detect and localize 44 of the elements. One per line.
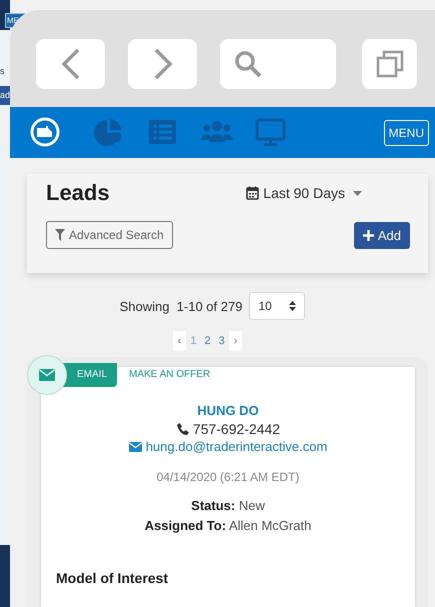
action-tab[interactable]: MAKE AN OFFER — [117, 363, 220, 387]
status-text: Status: New — [191, 498, 265, 513]
calendar-icon — [246, 186, 260, 200]
sort-arrows-icon — [289, 301, 296, 311]
envelope-icon — [39, 369, 55, 381]
page-link[interactable]: 3 — [214, 331, 229, 351]
plus-icon — [362, 230, 374, 240]
dark-panel — [0, 545, 10, 607]
section-title: Model of Interest — [56, 570, 168, 586]
people-icon — [201, 121, 233, 142]
phone-icon — [176, 422, 189, 436]
envelope-icon — [128, 442, 142, 452]
tabs-icon — [376, 50, 404, 78]
tabs-button[interactable] — [362, 39, 417, 89]
add-button[interactable]: Add — [354, 222, 410, 248]
previous-page-button[interactable]: ‹ — [172, 331, 186, 351]
lead-name[interactable]: HUNG DO — [197, 403, 259, 418]
search-button[interactable] — [220, 39, 336, 89]
next-page-button[interactable]: › — [228, 331, 242, 351]
lead-date: 04/14/2020 (6:21 AM EDT) — [156, 470, 300, 484]
email-link[interactable]: hung.do@traderinteractive.com — [128, 439, 328, 454]
date-range-dropdown[interactable]: Last 90 Days — [246, 185, 362, 201]
forward-button[interactable] — [128, 39, 197, 89]
menu-button[interactable]: MENU — [384, 120, 429, 146]
page-title: Leads — [46, 180, 110, 206]
label-text: s — [0, 66, 6, 76]
page-size-select[interactable]: 10 — [249, 292, 306, 320]
forward-icon — [152, 48, 172, 80]
back-icon — [60, 48, 80, 80]
page-link[interactable]: 2 — [200, 331, 215, 351]
results-count: Showing 1-10 of 279 — [120, 298, 242, 314]
truck-logo-icon — [30, 118, 60, 147]
advanced-search-button[interactable]: Advanced Search — [46, 221, 173, 249]
assigned-to-text: Assigned To: Allen McGrath — [144, 518, 312, 533]
monitor-icon — [256, 118, 286, 146]
action-tab[interactable]: EMAIL — [63, 363, 118, 387]
caret-icon — [353, 190, 362, 196]
pie-chart-icon — [94, 119, 122, 146]
phone-number: 757-692-2442 — [176, 421, 280, 437]
filter-icon — [55, 229, 65, 241]
action-button[interactable]: ad — [0, 86, 10, 105]
search-icon — [234, 50, 262, 78]
back-button[interactable] — [36, 39, 105, 89]
list-icon — [149, 120, 176, 144]
